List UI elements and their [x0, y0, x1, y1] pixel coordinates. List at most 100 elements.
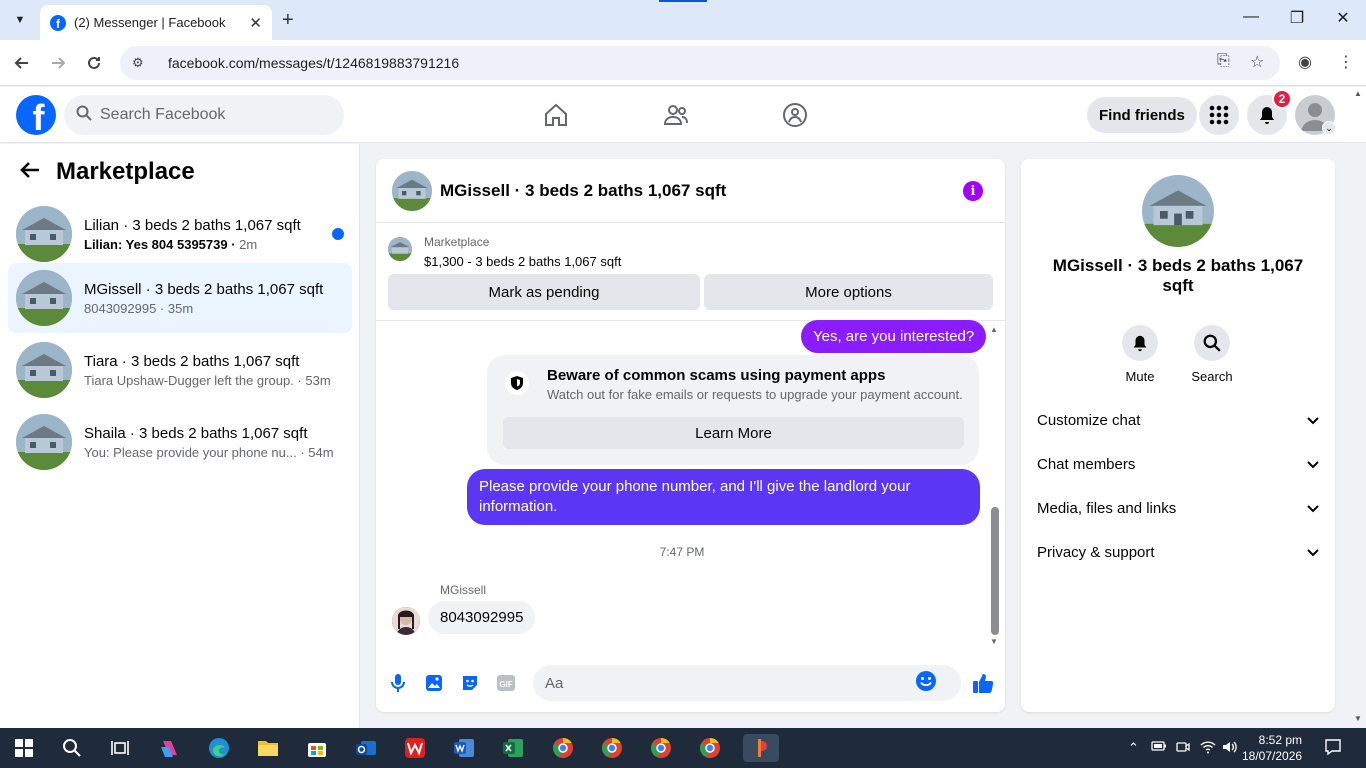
page-scroll-up-icon[interactable]: ▲ — [1354, 89, 1362, 98]
page-scroll-down-icon[interactable]: ▼ — [1354, 714, 1362, 723]
search-icon[interactable] — [1194, 325, 1230, 361]
tab-search-icon[interactable]: ▼ — [8, 8, 32, 32]
friends-icon[interactable] — [662, 101, 690, 129]
incoming-message[interactable]: 8043092995 — [428, 601, 536, 634]
browser-tab[interactable]: f (2) Messenger | Facebook ✕ — [40, 5, 272, 40]
listing-price: $1,300 - 3 beds 2 baths 1,067 sqft — [424, 254, 622, 269]
back-icon[interactable] — [10, 51, 34, 75]
scroll-down-icon[interactable]: ▼ — [990, 637, 998, 646]
battery-icon[interactable] — [1151, 740, 1167, 755]
chat-house-thumbnail[interactable] — [392, 170, 432, 211]
scrollbar-thumb[interactable] — [991, 507, 999, 635]
webcam-icon[interactable] — [1176, 740, 1190, 757]
outlook-icon[interactable] — [352, 734, 380, 762]
windows-start-icon[interactable] — [10, 734, 38, 762]
excel-icon[interactable] — [499, 734, 527, 762]
tab-indicator — [659, 0, 707, 2]
outgoing-message[interactable]: Please provide your phone number, and I'… — [467, 469, 980, 525]
chevron-down-icon[interactable]: ⌄ — [1322, 121, 1336, 135]
find-friends-button[interactable]: Find friends — [1087, 97, 1197, 133]
close-tab-icon[interactable]: ✕ — [249, 14, 262, 32]
gif-icon[interactable]: GIF — [494, 671, 518, 695]
conversation-item[interactable]: Shaila · 3 beds 2 baths 1,067 sqft You: … — [8, 407, 352, 477]
contact-house-thumbnail[interactable] — [1142, 175, 1214, 247]
scam-warning-title: Beware of common scams using payment app… — [547, 367, 886, 384]
notification-center-icon[interactable] — [1324, 738, 1342, 759]
site-settings-icon[interactable]: ⚙ — [132, 55, 150, 71]
privacy-support-section[interactable]: Privacy & support — [1037, 534, 1319, 570]
minimize-icon[interactable]: — — [1239, 8, 1263, 26]
windows-taskbar: ⌃ 8:52 pm 18/07/2026 — [0, 728, 1366, 768]
bookmark-star-icon[interactable]: ☆ — [1250, 52, 1264, 72]
restore-icon[interactable]: ❐ — [1285, 8, 1309, 28]
taskbar-search-icon[interactable] — [58, 734, 86, 762]
gif-label: GIF — [499, 680, 512, 689]
active-app-icon[interactable] — [743, 734, 779, 762]
chevron-down-icon — [1307, 412, 1319, 429]
home-icon[interactable] — [542, 101, 570, 129]
info-icon[interactable]: i — [963, 181, 983, 201]
menu-grid-icon[interactable] — [1199, 95, 1239, 135]
mute-label: Mute — [1125, 369, 1155, 384]
more-options-button[interactable]: More options — [704, 274, 993, 310]
message-line: information. — [479, 498, 558, 515]
file-explorer-icon[interactable] — [254, 734, 282, 762]
chat-scrollbar[interactable]: ▲ ▼ — [990, 325, 1000, 647]
conversation-item[interactable]: MGissell · 3 beds 2 baths 1,067 sqft 804… — [8, 263, 352, 333]
profile-icon[interactable]: ◉ — [1298, 52, 1312, 72]
emoji-icon[interactable] — [915, 670, 937, 697]
message-input[interactable] — [545, 674, 915, 692]
volume-icon[interactable] — [1222, 740, 1238, 757]
microphone-icon[interactable] — [386, 671, 410, 695]
media-files-section[interactable]: Media, files and links — [1037, 490, 1319, 526]
search-input[interactable] — [100, 106, 320, 124]
forward-icon[interactable] — [46, 51, 70, 75]
house-thumbnail — [16, 414, 72, 470]
unread-dot — [332, 228, 344, 240]
microsoft-store-icon[interactable] — [303, 734, 331, 762]
address-bar[interactable]: ⚙ facebook.com/messages/t/12468198837912… — [120, 46, 1280, 80]
learn-more-button[interactable]: Learn More — [503, 417, 964, 449]
chrome-profile-icon[interactable] — [647, 734, 675, 762]
chrome-profile-icon[interactable] — [696, 734, 724, 762]
task-view-icon[interactable] — [106, 734, 134, 762]
facebook-logo-icon[interactable]: f — [16, 95, 56, 135]
conversation-preview: Lilian: Yes 804 5395739 · 2m — [84, 236, 258, 252]
search-action[interactable]: Search — [1182, 325, 1242, 384]
new-tab-icon[interactable]: + — [282, 9, 294, 32]
copilot-icon[interactable] — [156, 734, 184, 762]
thumbs-up-icon[interactable] — [971, 671, 995, 695]
chat-panel: MGissell · 3 beds 2 baths 1,067 sqft i M… — [376, 159, 1005, 712]
conversation-item[interactable]: Lilian · 3 beds 2 baths 1,067 sqft Lilia… — [8, 199, 352, 269]
word-icon[interactable] — [450, 734, 478, 762]
browser-menu-icon[interactable]: ⋮ — [1338, 52, 1354, 72]
install-app-icon[interactable]: ⎘ — [1217, 52, 1230, 70]
wps-office-icon[interactable] — [401, 734, 429, 762]
chevron-down-icon — [1307, 544, 1319, 561]
mark-as-pending-button[interactable]: Mark as pending — [388, 274, 700, 310]
wifi-icon[interactable] — [1200, 740, 1216, 757]
sender-avatar[interactable] — [392, 607, 420, 635]
tray-overflow-icon[interactable]: ⌃ — [1128, 740, 1139, 756]
chat-members-section[interactable]: Chat members — [1037, 446, 1319, 482]
mute-action[interactable]: Mute — [1110, 325, 1170, 384]
sticker-icon[interactable] — [458, 671, 482, 695]
facebook-search[interactable] — [64, 95, 344, 135]
groups-icon[interactable] — [781, 101, 809, 129]
message-input-wrapper[interactable] — [533, 665, 961, 701]
chrome-profile-icon[interactable] — [549, 734, 577, 762]
outgoing-message[interactable]: Yes, are you interested? — [801, 320, 987, 353]
edge-browser-icon[interactable] — [205, 734, 233, 762]
listing-summary[interactable]: Marketplace $1,300 - 3 beds 2 baths 1,06… — [388, 235, 621, 269]
photo-icon[interactable] — [422, 671, 446, 695]
system-clock[interactable]: 8:52 pm 18/07/2026 — [1242, 732, 1302, 764]
window-close-icon[interactable]: ✕ — [1331, 8, 1355, 28]
customize-chat-section[interactable]: Customize chat — [1037, 402, 1319, 438]
bell-icon[interactable] — [1122, 325, 1158, 361]
search-label: Search — [1191, 369, 1233, 384]
scroll-up-icon[interactable]: ▲ — [990, 325, 998, 334]
reload-icon[interactable] — [82, 51, 106, 75]
back-arrow-icon[interactable] — [20, 158, 40, 186]
conversation-item[interactable]: Tiara · 3 beds 2 baths 1,067 sqft Tiara … — [8, 335, 352, 405]
chrome-profile-icon[interactable] — [598, 734, 626, 762]
